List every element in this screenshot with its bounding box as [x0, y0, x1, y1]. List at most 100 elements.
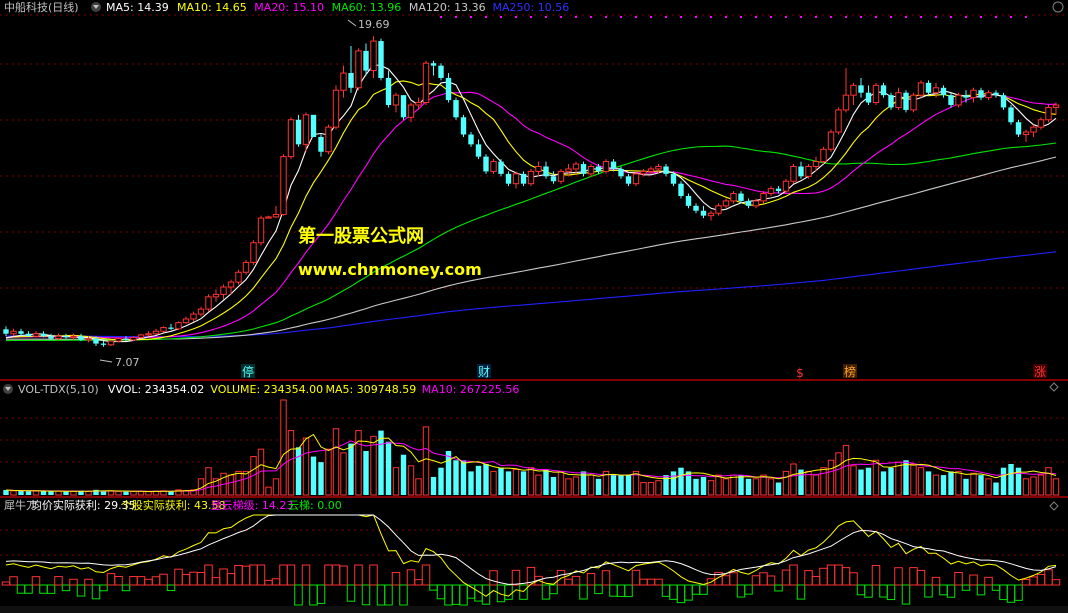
candle-body	[985, 92, 992, 99]
indicator-bar	[166, 584, 176, 592]
signal-dot	[590, 16, 592, 18]
volume-bar	[895, 461, 902, 496]
signal-dot	[815, 16, 817, 18]
volume-bar	[115, 490, 122, 496]
candle	[535, 161, 542, 177]
indicator-bar	[174, 568, 183, 586]
signal-dot	[455, 16, 457, 18]
indicator-bar	[639, 578, 648, 586]
volume-bar	[610, 475, 617, 495]
volume-bar	[835, 452, 842, 496]
indicator-bar	[1006, 584, 1016, 603]
indicator-bar	[759, 572, 768, 586]
volume-bar	[460, 460, 467, 495]
indicator-bar	[976, 584, 986, 596]
volume-bar	[310, 456, 317, 495]
indicator-bar	[421, 564, 431, 586]
event-marker[interactable]: 财	[477, 364, 491, 379]
volume-bar	[872, 459, 880, 496]
candle-body	[580, 164, 587, 174]
expand-arrow-icon[interactable]	[1049, 382, 1059, 392]
signal-dot	[710, 16, 712, 18]
candle-body	[107, 340, 115, 346]
candle	[348, 45, 354, 93]
volume-panel-legend: VOL-TDX(5,10) VVOL: 234354.02 VOLUME: 2343…	[18, 383, 519, 396]
volume-bar	[235, 470, 242, 496]
volume-bar	[640, 482, 647, 496]
indicator-bar	[751, 575, 761, 586]
signal-dot	[635, 16, 637, 18]
volume-bar	[453, 460, 459, 495]
signal-dot	[890, 16, 892, 18]
candle-body	[498, 161, 504, 174]
volume-bar	[18, 490, 24, 495]
candle	[767, 186, 775, 196]
candle-body	[460, 117, 467, 135]
volume-bar	[512, 469, 520, 496]
candle-body	[220, 286, 227, 295]
event-marker[interactable]: 停	[241, 364, 255, 379]
volume-bar	[1052, 478, 1060, 496]
candle	[512, 171, 520, 189]
candle-body	[137, 334, 145, 338]
indicator-bar	[886, 584, 896, 601]
candle-body	[40, 333, 47, 337]
collapse-arrow-icon[interactable]	[91, 2, 101, 12]
candle	[978, 87, 984, 101]
candle	[685, 193, 692, 209]
signal-dot	[845, 16, 847, 18]
svg-text:涨: 涨	[1034, 364, 1046, 379]
indicator-bar	[189, 571, 198, 586]
event-marker[interactable]: $	[796, 366, 804, 380]
candle-body	[595, 166, 602, 172]
volume-bar	[730, 474, 737, 496]
indicator-bar	[931, 576, 941, 586]
collapse-arrow-icon[interactable]	[1052, 1, 1064, 13]
volume-bar	[775, 482, 782, 495]
volume-bar	[745, 478, 752, 495]
candle	[722, 198, 730, 209]
indicator-bar	[819, 567, 828, 586]
indicator-bar	[151, 576, 161, 586]
indicator-bar	[811, 575, 821, 586]
indicator-bar	[654, 578, 663, 586]
candle-body	[820, 148, 827, 163]
indicator-bar	[31, 576, 41, 586]
indicator-bar	[984, 576, 993, 586]
volume-bar	[468, 471, 474, 495]
candle	[1008, 105, 1014, 125]
candle	[250, 240, 257, 265]
volume-bar	[242, 470, 250, 496]
candle	[400, 95, 407, 120]
signal-dot	[980, 16, 982, 18]
candle-body	[752, 200, 760, 207]
volume-bar	[265, 486, 272, 496]
indicator-bar	[369, 564, 378, 586]
event-marker[interactable]: 涨	[1033, 364, 1047, 379]
candle	[130, 336, 137, 342]
candle-body	[925, 82, 932, 93]
candle	[242, 259, 250, 275]
indicator-bar	[721, 575, 731, 586]
svg-text:榜: 榜	[844, 364, 856, 379]
candle-body	[903, 92, 909, 110]
volume-bar	[123, 491, 129, 495]
candle-body	[78, 336, 84, 340]
event-marker[interactable]: 榜	[843, 364, 857, 379]
legend-item: MA10: 267225.56	[422, 383, 520, 396]
candle-body	[1030, 126, 1037, 133]
volume-bar	[332, 428, 340, 496]
candle	[10, 328, 17, 337]
indicator-bar	[729, 572, 738, 586]
candle-body	[63, 336, 69, 338]
expand-arrow-icon[interactable]	[1049, 501, 1059, 511]
legend-item: MA5: 14.39	[106, 1, 169, 14]
candle-body	[295, 119, 302, 145]
signal-dot	[740, 16, 742, 18]
collapse-arrow-icon[interactable]	[3, 384, 13, 394]
candle-body	[527, 170, 535, 185]
volume-bar	[865, 467, 872, 495]
indicator-bar	[1029, 576, 1038, 586]
candle	[453, 97, 459, 120]
candle	[580, 161, 587, 177]
